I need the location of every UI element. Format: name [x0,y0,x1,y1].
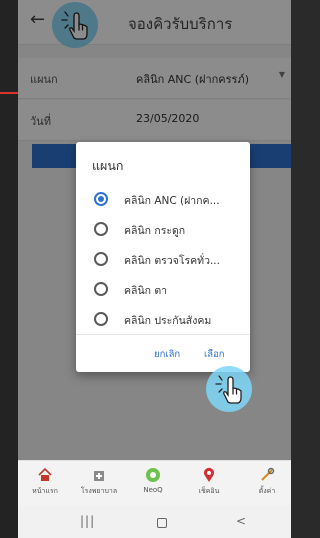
red-marker-line [0,92,18,94]
phone-screen: ← จองคิวรับบริการ แผนก คลินิก ANC (ฝากคร… [18,0,291,538]
bottom-navigation: หน้าแรก โรงพยาบาล NeoQ เช็คอิน ตั้งค่า [18,460,291,507]
option-label: คลินิก ประกันสังคม [124,315,212,327]
nav-item-settings[interactable]: ตั้งค่า [240,467,291,497]
recent-apps-icon[interactable]: ||| [80,514,95,528]
nav-label: ตั้งค่า [258,487,276,495]
radio-icon[interactable] [94,252,108,266]
radio-selected-icon[interactable] [94,192,108,206]
radio-icon[interactable] [94,282,108,296]
department-picker-dialog: แผนก คลินิก ANC (ฝากค... คลินิก กระดูก ค… [76,142,250,372]
option-label: คลินิก ตา [124,285,168,297]
option-general[interactable]: คลินิก ตรวจโรคทั่ว... [76,246,250,272]
nav-label: หน้าแรก [32,487,58,495]
settings-icon [261,467,275,481]
option-label: คลินิก กระดูก [124,225,186,237]
nav-item-hospital[interactable]: โรงพยาบาล [72,467,126,497]
radio-icon[interactable] [94,312,108,326]
desktop-background-strip [0,0,18,538]
dialog-title: แผนก [92,158,124,173]
hand-pointer-icon [215,375,242,404]
hospital-icon [94,471,104,481]
option-social-security[interactable]: คลินิก ประกันสังคม [76,306,250,332]
option-anc[interactable]: คลินิก ANC (ฝากค... [76,186,250,212]
option-label: คลินิก ANC (ฝากค... [124,195,220,207]
nav-item-neoq[interactable]: NeoQ [126,467,180,494]
tap-indicator-bottom [206,366,252,412]
system-navigation-bar: ||| < [18,506,291,538]
option-eye[interactable]: คลินิก ตา [76,276,250,302]
neoq-icon [146,468,160,482]
location-pin-icon [204,467,214,482]
cancel-button[interactable]: ยกเลิก [154,347,180,362]
nav-label: เช็คอิน [198,487,220,495]
system-back-icon[interactable]: < [236,514,246,528]
option-orthopedic[interactable]: คลินิก กระดูก [76,216,250,242]
home-icon [38,467,52,481]
home-button-icon[interactable] [157,518,167,528]
nav-item-home[interactable]: หน้าแรก [18,467,72,497]
select-button[interactable]: เลือก [204,347,225,362]
nav-item-checkin[interactable]: เช็คอิน [182,467,236,497]
option-label: คลินิก ตรวจโรคทั่ว... [124,255,220,267]
radio-icon[interactable] [94,222,108,236]
nav-label: โรงพยาบาล [80,487,118,495]
nav-label: NeoQ [143,486,163,494]
